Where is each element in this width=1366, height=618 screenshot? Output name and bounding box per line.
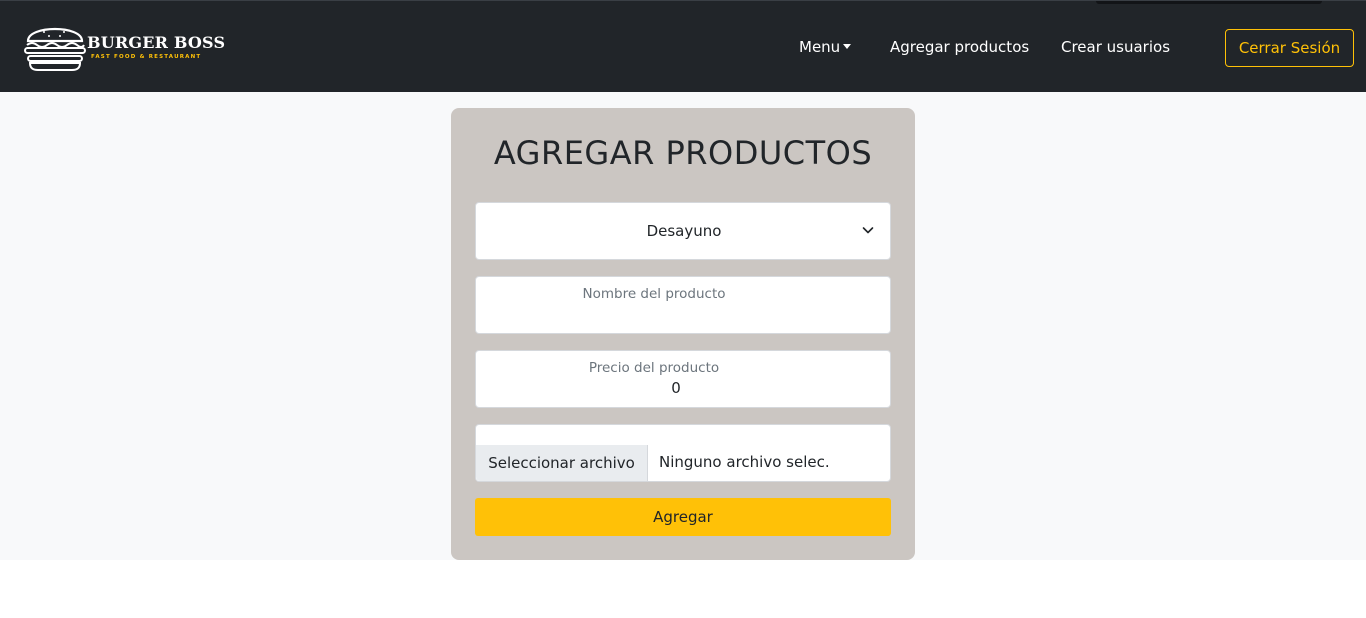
- logout-button[interactable]: Cerrar Sesión: [1225, 29, 1354, 67]
- product-price-value: 0: [671, 379, 681, 397]
- file-status-text: Ninguno archivo selec.: [659, 453, 830, 471]
- chevron-down-icon: [862, 227, 874, 234]
- nav-menu-label: Menu: [799, 38, 841, 56]
- product-name-label: Nombre del producto: [582, 286, 726, 302]
- caret-down-icon: [843, 43, 852, 49]
- add-product-button[interactable]: Agregar: [475, 498, 891, 536]
- choose-file-button[interactable]: Seleccionar archivo: [476, 445, 648, 481]
- top-navbar: BURGER BOSS FAST FOOD & RESTAURANT Menu …: [0, 0, 1366, 92]
- brand-tagline: FAST FOOD & RESTAURANT: [91, 54, 202, 60]
- product-image-file-input: Seleccionar archivo Ninguno archivo sele…: [475, 424, 891, 482]
- product-price-input[interactable]: Precio del producto 0: [475, 350, 891, 408]
- brand-name: BURGER BOSS: [87, 33, 226, 52]
- page-title: AGREGAR PRODUCTOS: [493, 134, 873, 172]
- add-product-card: AGREGAR PRODUCTOS Desayuno Nombre del pr…: [451, 108, 915, 560]
- burger-icon: [24, 27, 86, 71]
- navbar-shadow-decoration: [1096, 1, 1322, 4]
- nav-add-products-link[interactable]: Agregar productos: [890, 38, 1029, 56]
- nav-menu-dropdown[interactable]: Menu: [799, 38, 852, 56]
- category-selected-value: Desayuno: [646, 222, 722, 240]
- product-name-input[interactable]: Nombre del producto: [475, 276, 891, 334]
- nav-create-users-link[interactable]: Crear usuarios: [1061, 38, 1170, 56]
- product-price-label: Precio del producto: [588, 360, 720, 376]
- brand-logo-link[interactable]: BURGER BOSS FAST FOOD & RESTAURANT: [24, 19, 226, 71]
- category-select[interactable]: Desayuno: [475, 202, 891, 260]
